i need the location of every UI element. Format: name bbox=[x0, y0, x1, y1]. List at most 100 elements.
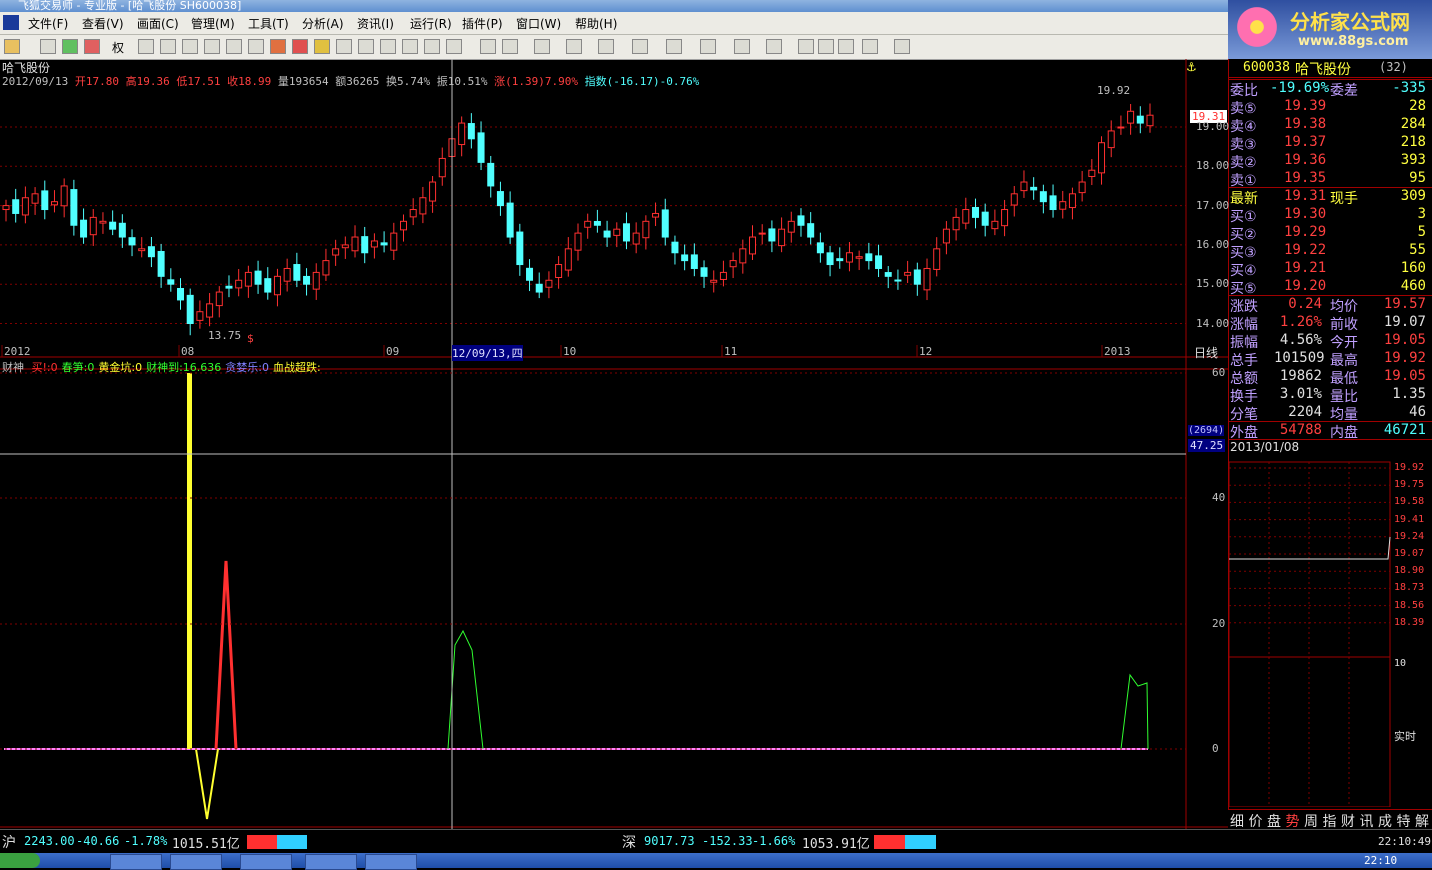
quote-tab-10[interactable]: 解 bbox=[1415, 811, 1429, 831]
start-button-icon[interactable] bbox=[0, 853, 40, 868]
quote-divider bbox=[1228, 187, 1432, 188]
sz-bar bbox=[874, 835, 936, 849]
palette-icon[interactable] bbox=[862, 39, 878, 54]
mini-chart[interactable] bbox=[1228, 455, 1432, 807]
ask-1-vol: 284 bbox=[1400, 116, 1426, 132]
quote-tab-4[interactable]: 周 bbox=[1304, 811, 1318, 831]
stat-1-l1: 涨幅 bbox=[1230, 317, 1258, 333]
list-icon[interactable] bbox=[182, 39, 198, 54]
book-icon[interactable] bbox=[226, 39, 242, 54]
taskbar: 22:10 bbox=[0, 853, 1432, 870]
menu-window[interactable]: 窗口(W) bbox=[516, 15, 561, 32]
quote-row-ask-1: 卖④ 19.38 284 bbox=[1230, 116, 1428, 135]
indicator-item-4: 贪婪乐 bbox=[225, 361, 259, 374]
candle-body bbox=[555, 264, 563, 278]
menu-file[interactable]: 文件(F) bbox=[28, 15, 68, 32]
stat-6-v1: 2204 bbox=[1288, 404, 1322, 420]
weibi-weibi: -19.69% bbox=[1270, 80, 1330, 96]
ask-0-vol: 28 bbox=[1409, 98, 1426, 114]
lock-icon[interactable] bbox=[838, 39, 854, 54]
candle-body bbox=[109, 221, 117, 230]
menu-info[interactable]: 资讯(I) bbox=[357, 15, 394, 32]
candle-body bbox=[855, 256, 863, 259]
sh-change: -40.66 bbox=[76, 834, 120, 848]
bell-icon[interactable] bbox=[292, 39, 308, 54]
candle-body bbox=[487, 162, 495, 187]
layout3-icon[interactable] bbox=[380, 39, 396, 54]
search-icon[interactable] bbox=[248, 39, 264, 54]
candle-body bbox=[60, 185, 68, 207]
kline-chart[interactable] bbox=[0, 59, 1228, 829]
layout6-icon[interactable] bbox=[446, 39, 462, 54]
price-tick: 17.00 bbox=[1196, 198, 1230, 212]
price-tick: 16.00 bbox=[1196, 237, 1230, 251]
overlay-icon[interactable] bbox=[160, 39, 176, 54]
candle-body bbox=[884, 272, 892, 277]
layout5-icon[interactable] bbox=[424, 39, 440, 54]
anchor-icon[interactable]: ⚓ bbox=[1186, 60, 1197, 74]
indicator-cursor-count: (2694) bbox=[1188, 425, 1225, 436]
layout2-icon[interactable] bbox=[358, 39, 374, 54]
quan-button[interactable]: 权 bbox=[112, 39, 124, 56]
cursor-icon[interactable] bbox=[480, 39, 496, 54]
quote-row-stat-4: 总额 19862 最低 19.05 bbox=[1230, 368, 1428, 387]
layout1-icon[interactable] bbox=[336, 39, 352, 54]
quote-tab-1[interactable]: 价 bbox=[1249, 811, 1263, 831]
menu-view[interactable]: 查看(V) bbox=[82, 15, 124, 32]
menu-analysis[interactable]: 分析(A) bbox=[302, 15, 344, 32]
menu-run[interactable]: 运行(R) bbox=[410, 15, 452, 32]
quote-tab-3[interactable]: 势 bbox=[1286, 811, 1300, 831]
menu-help[interactable]: 帮助(H) bbox=[575, 15, 617, 32]
rsi-icon[interactable] bbox=[40, 39, 56, 54]
menu-screen[interactable]: 画面(C) bbox=[137, 15, 179, 32]
alarm-icon[interactable] bbox=[270, 39, 286, 54]
menu-plugin[interactable]: 插件(P) bbox=[462, 15, 503, 32]
candle-body bbox=[31, 193, 39, 204]
ellipse-tool-icon[interactable] bbox=[734, 39, 750, 54]
quote-row-ask-0: 卖⑤ 19.39 28 bbox=[1230, 98, 1428, 117]
text-tool-icon[interactable] bbox=[766, 39, 782, 54]
indicator-item-5: 血战超跌 bbox=[273, 361, 317, 374]
app-icon[interactable] bbox=[3, 15, 19, 30]
copy-icon[interactable] bbox=[204, 39, 220, 54]
gann-tool-icon[interactable] bbox=[632, 39, 648, 54]
channel-tool-icon[interactable] bbox=[666, 39, 682, 54]
candle-body bbox=[952, 216, 960, 231]
quote-tab-7[interactable]: 讯 bbox=[1360, 811, 1374, 831]
quote-row-bid-1: 买② 19.29 5 bbox=[1230, 224, 1428, 243]
candle-body bbox=[477, 132, 485, 163]
mini-price-tick: 19.58 bbox=[1394, 496, 1425, 508]
vlines-tool-icon[interactable] bbox=[566, 39, 582, 54]
bid-3-label: 买④ bbox=[1230, 263, 1257, 279]
compare-icon[interactable] bbox=[138, 39, 154, 54]
pencil-icon[interactable] bbox=[314, 39, 330, 54]
menu-tools[interactable]: 工具(T) bbox=[248, 15, 289, 32]
quote-tab-2[interactable]: 盘 bbox=[1267, 811, 1281, 831]
mini-realtime-label[interactable]: 实时 bbox=[1394, 728, 1416, 744]
quote-row-waipan: 外盘 54788 内盘 46721 bbox=[1230, 422, 1428, 441]
save-icon[interactable] bbox=[894, 39, 910, 54]
stock-code: 600038 bbox=[1243, 60, 1290, 75]
menu-manage[interactable]: 管理(M) bbox=[191, 15, 235, 32]
period-label[interactable]: 日线 bbox=[1194, 344, 1218, 361]
candle-body bbox=[671, 241, 679, 254]
eraser-icon[interactable] bbox=[818, 39, 834, 54]
quote-tab-0[interactable]: 细 bbox=[1230, 811, 1244, 831]
quote-tab-9[interactable]: 特 bbox=[1397, 811, 1411, 831]
quote-tab-6[interactable]: 财 bbox=[1341, 811, 1355, 831]
rect-tool-icon[interactable] bbox=[700, 39, 716, 54]
quote-tab-8[interactable]: 成 bbox=[1378, 811, 1392, 831]
hline-tool-icon[interactable] bbox=[534, 39, 550, 54]
arrows-icon[interactable] bbox=[84, 39, 100, 54]
copy-tool-icon[interactable] bbox=[798, 39, 814, 54]
quote-row-ask-3: 卖② 19.36 393 bbox=[1230, 152, 1428, 171]
line-tool-icon[interactable] bbox=[502, 39, 518, 54]
layout4-icon[interactable] bbox=[402, 39, 418, 54]
quote-tab-5[interactable]: 指 bbox=[1323, 811, 1337, 831]
plus-icon[interactable] bbox=[62, 39, 78, 54]
fan-tool-icon[interactable] bbox=[598, 39, 614, 54]
candle-body bbox=[632, 232, 640, 245]
candle-body bbox=[225, 285, 233, 289]
candle-body bbox=[89, 216, 97, 236]
open-icon[interactable] bbox=[4, 39, 20, 54]
